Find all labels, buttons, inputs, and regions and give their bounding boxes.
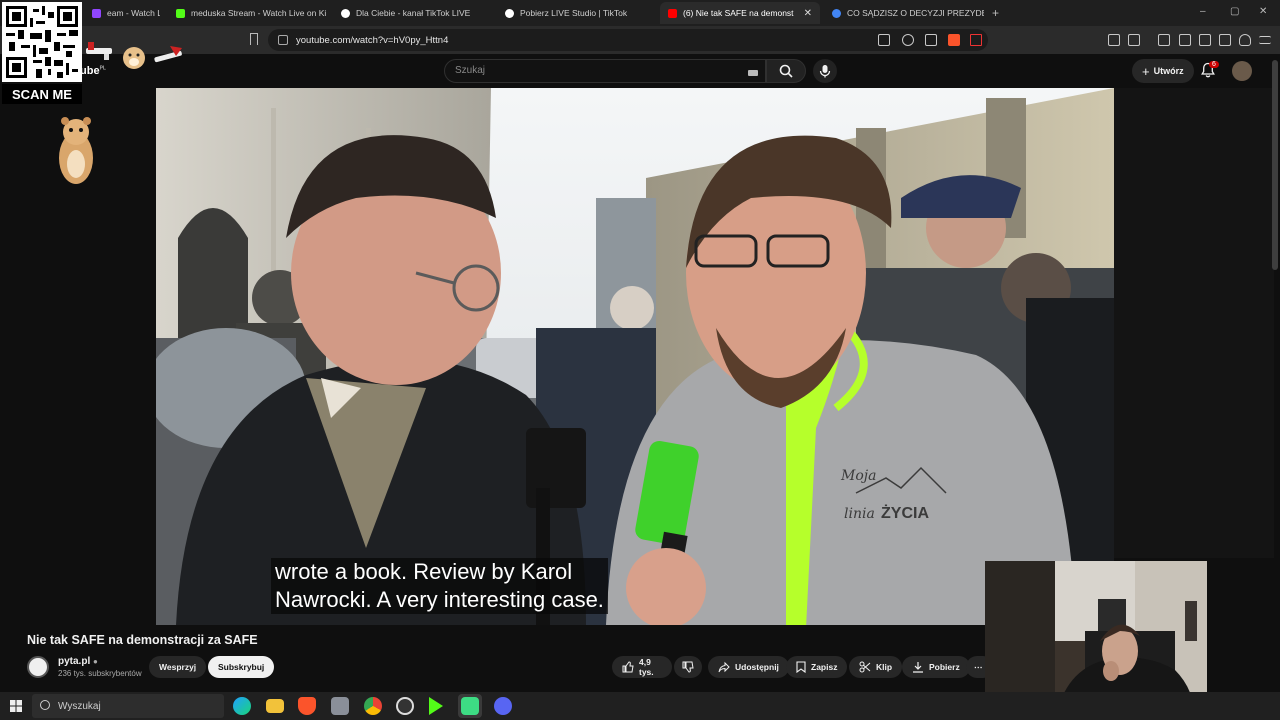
scissors-icon (859, 661, 871, 673)
bookmark-save-icon (796, 661, 806, 673)
brave-rewards-icon[interactable] (970, 34, 982, 46)
scan-me-label: SCAN ME (2, 84, 82, 104)
thumbs-up-icon (622, 661, 634, 673)
dislike-button[interactable] (674, 656, 702, 678)
windows-start-icon[interactable] (10, 700, 22, 712)
keyboard-icon[interactable] (748, 70, 758, 76)
streaming-app-icon[interactable] (461, 697, 479, 715)
tab-tiktok-live[interactable]: Dla Ciebie - kanał TikTok LIVE (333, 2, 493, 24)
subscribe-button[interactable]: Subskrybuj (208, 656, 275, 678)
search-icon (779, 64, 793, 78)
like-count: 4,9 tys. (639, 657, 654, 677)
close-tab-icon[interactable]: ✕ (804, 8, 812, 19)
discord-icon[interactable] (494, 697, 512, 715)
youtube-logo[interactable]: ubePL (80, 65, 106, 77)
site-info-icon[interactable] (278, 35, 288, 45)
bookmark-icon[interactable] (250, 33, 258, 45)
hoodie-text-2: linia (844, 506, 875, 522)
mic-icon (819, 65, 831, 78)
obs-icon[interactable] (396, 697, 414, 715)
taskbar-search-input[interactable]: Wyszukaj (32, 694, 224, 718)
brave-icon[interactable] (298, 697, 316, 715)
support-button[interactable]: Wesprzyj (149, 656, 207, 678)
youtube-header: Szukaj + Utwórz (0, 54, 1280, 88)
account-avatar[interactable] (1232, 61, 1252, 81)
app-icon-4[interactable] (331, 697, 349, 715)
sidebar-icon[interactable] (1179, 34, 1191, 46)
like-button[interactable]: 4,9 tys. (612, 656, 672, 678)
kick-app-icon[interactable] (429, 697, 443, 715)
tab-kick[interactable]: meduska Stream - Watch Live on Kic (168, 2, 326, 24)
sticker-hamster-icon (123, 47, 145, 69)
twitch-icon (92, 8, 101, 18)
hamster-mascot-icon (59, 117, 93, 184)
tiktok-icon (341, 8, 350, 18)
hoodie-text-1: Moja (840, 468, 876, 484)
save-button[interactable]: Zapisz (786, 656, 848, 678)
tab-youtube-active[interactable]: (6) Nie tak SAFE na demonst ✕ (660, 2, 820, 24)
search-button[interactable] (766, 59, 806, 83)
file-explorer-icon[interactable] (266, 699, 284, 713)
address-bar-row: youtube.com/watch?v=hV0py_Httn4 (0, 26, 1280, 54)
kick-icon (176, 8, 185, 18)
right-panel (1114, 88, 1274, 558)
search-icon (40, 700, 50, 710)
screenshot-icon[interactable] (1128, 34, 1140, 46)
voice-search-button[interactable] (813, 59, 837, 83)
subscriber-count: 236 tys. subskrybentów (58, 669, 142, 678)
edge-icon[interactable] (233, 697, 251, 715)
caption-line-1: wrote a book. Review by Karol (275, 559, 573, 584)
video-player[interactable]: Moja linia ŻYCIA (156, 88, 1114, 625)
hoodie-text-3: ŻYCIA (881, 504, 929, 522)
verified-icon: ● (93, 657, 98, 666)
video-frame: Moja linia ŻYCIA (156, 88, 1114, 625)
search-input[interactable]: Szukaj (444, 59, 766, 83)
download-icon (913, 662, 923, 673)
extensions-icon[interactable] (1108, 34, 1120, 46)
sticker-gun-2-icon (154, 46, 182, 63)
vpn-icon[interactable] (1239, 34, 1251, 46)
tab-google[interactable]: CO SĄDZISZ O DECYZJI PREZYDENTA (824, 2, 984, 24)
plus-icon: + (1142, 63, 1150, 79)
leo-ai-icon[interactable] (1219, 34, 1231, 46)
tab-tiktok-studio[interactable]: Pobierz LIVE Studio | TikTok (497, 2, 657, 24)
qr-code-image (6, 6, 78, 78)
page-scrollbar[interactable] (1272, 60, 1278, 270)
video-captions: wrote a book. Review by Karol Nawrocki. … (271, 558, 608, 614)
youtube-icon (668, 8, 677, 18)
download-button[interactable]: Pobierz (902, 656, 970, 678)
clip-button[interactable]: Klip (849, 656, 903, 678)
screen: eam - Watch Live on meduska Stream - Wat… (0, 0, 1280, 720)
video-title: Nie tak SAFE na demonstracji za SAFE (27, 633, 258, 647)
google-icon (832, 8, 841, 18)
cast-icon[interactable] (878, 34, 890, 46)
tab-strip: eam - Watch Live on meduska Stream - Wat… (0, 0, 1280, 26)
zoom-icon[interactable] (902, 34, 914, 46)
new-tab-button[interactable]: + (992, 6, 999, 20)
sticker-gun-icon (86, 42, 112, 60)
menu-icon[interactable] (1259, 36, 1271, 44)
brave-shield-icon[interactable] (948, 34, 960, 46)
share-icon (718, 661, 730, 673)
chrome-icon[interactable] (364, 697, 382, 715)
minimize-button[interactable]: – (1200, 6, 1206, 17)
wallet-icon[interactable] (1199, 34, 1211, 46)
close-window-button[interactable]: ✕ (1259, 6, 1267, 17)
tab-twitch[interactable]: eam - Watch Live on (84, 2, 160, 24)
notification-badge: 6 (1209, 61, 1219, 68)
create-button[interactable]: + Utwórz (1132, 59, 1194, 83)
qr-code (2, 2, 82, 82)
share-button[interactable]: Udostępnij (708, 656, 789, 678)
share-page-icon[interactable] (925, 34, 937, 46)
taskbar: Wyszukaj (0, 692, 1280, 720)
channel-name[interactable]: pyta.pl ● (58, 656, 98, 667)
thumbs-down-icon (682, 661, 694, 673)
maximize-button[interactable]: ▢ (1230, 6, 1239, 17)
channel-avatar[interactable] (27, 656, 49, 678)
tiktok-icon (505, 8, 514, 18)
url-text: youtube.com/watch?v=hV0py_Httn4 (296, 34, 449, 46)
caption-line-2: Nawrocki. A very interesting case. (275, 587, 604, 612)
media-icon[interactable] (1158, 34, 1170, 46)
